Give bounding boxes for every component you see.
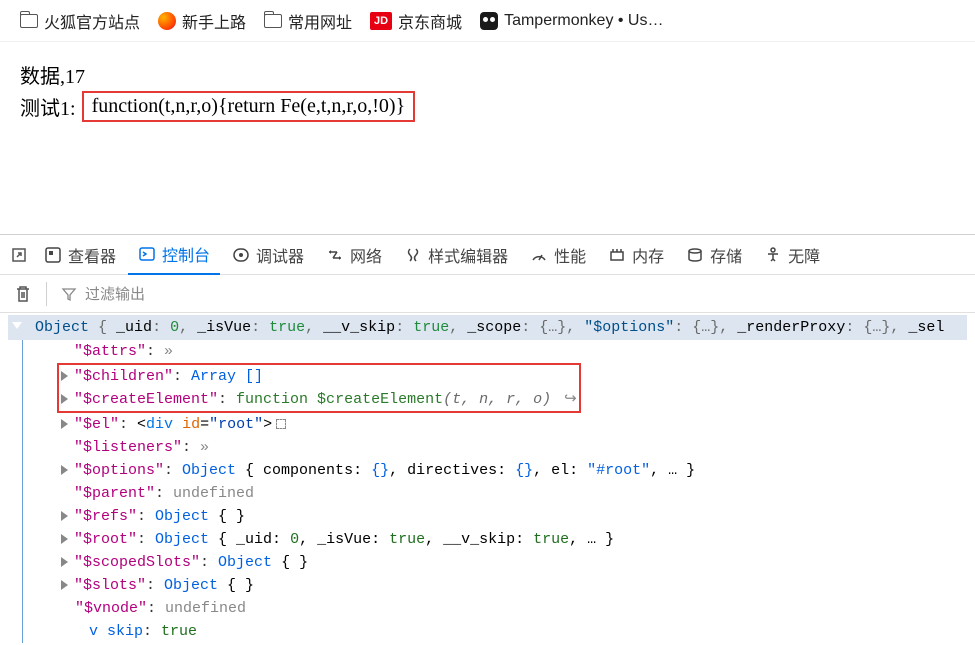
tab-label: 性能 xyxy=(554,243,586,267)
page-text-line2: 测试1: function(t,n,r,o){return Fe(e,t,n,r… xyxy=(20,91,955,122)
tab-performance[interactable]: 性能 xyxy=(520,235,596,275)
tab-console[interactable]: 控制台 xyxy=(128,235,220,275)
line2-code-box: function(t,n,r,o){return Fe(e,t,n,r,o,!0… xyxy=(82,91,416,122)
console-toolbar: 过滤输出 xyxy=(0,275,975,313)
tab-style-editor[interactable]: 样式编辑器 xyxy=(394,235,518,275)
bookmark-label: 常用网址 xyxy=(288,9,352,33)
tab-inspector[interactable]: 查看器 xyxy=(34,235,126,275)
tab-label: 无障 xyxy=(788,243,820,267)
bookmarks-bar: 火狐官方站点 新手上路 常用网址 JD 京东商城 Tampermonkey • … xyxy=(0,0,975,42)
bookmark-tampermonkey[interactable]: Tampermonkey • Us… xyxy=(480,12,663,30)
bookmark-getting-started[interactable]: 新手上路 xyxy=(158,9,246,33)
highlighted-props: "$children": Array [] "$createElement": … xyxy=(57,363,581,413)
prop-scoped-slots[interactable]: "$scopedSlots": Object { } xyxy=(61,551,967,574)
popout-icon[interactable] xyxy=(6,246,32,264)
devtools-tabs: 查看器 控制台 调试器 网络 样式编辑器 性能 内存 存储 xyxy=(0,235,975,275)
tab-accessibility[interactable]: 无障 xyxy=(754,235,830,275)
devtools-panel: 查看器 控制台 调试器 网络 样式编辑器 性能 内存 存储 xyxy=(0,234,975,620)
tab-label: 样式编辑器 xyxy=(428,243,508,267)
tab-label: 控制台 xyxy=(162,242,210,266)
folder-icon xyxy=(264,12,282,30)
bookmark-common-urls[interactable]: 常用网址 xyxy=(264,9,352,33)
filter-placeholder: 过滤输出 xyxy=(85,283,145,304)
prop-parent[interactable]: "$parent": undefined xyxy=(61,482,967,505)
performance-icon xyxy=(530,246,548,264)
bookmark-label: 火狐官方站点 xyxy=(44,9,140,33)
bookmark-label: 新手上路 xyxy=(182,9,246,33)
console-icon xyxy=(138,245,156,263)
bookmark-firefox-official[interactable]: 火狐官方站点 xyxy=(20,9,140,33)
prop-v-skip[interactable]: v skip: true xyxy=(61,620,967,643)
object-summary-row[interactable]: Object { _uid: 0, _isVue: true, __v_skip… xyxy=(8,315,967,340)
firefox-icon xyxy=(158,12,176,30)
console-output: Object { _uid: 0, _isVue: true, __v_skip… xyxy=(0,313,975,645)
prop-options[interactable]: "$options": Object { components: {}, dir… xyxy=(61,459,967,482)
bookmark-label: 京东商城 xyxy=(398,9,462,33)
divider xyxy=(46,282,47,306)
filter-input[interactable]: 过滤输出 xyxy=(61,283,961,304)
network-icon xyxy=(326,246,344,264)
chevron-down-icon xyxy=(12,322,22,329)
debugger-icon xyxy=(232,246,250,264)
jump-to-definition-icon[interactable]: ↪ xyxy=(555,391,577,408)
accessibility-icon xyxy=(764,246,782,264)
prop-refs[interactable]: "$refs": Object { } xyxy=(61,505,967,528)
prop-children[interactable]: "$children": Array [] xyxy=(61,365,577,388)
tampermonkey-icon xyxy=(480,12,498,30)
tab-network[interactable]: 网络 xyxy=(316,235,392,275)
prop-attrs[interactable]: "$attrs": » xyxy=(61,340,967,363)
style-icon xyxy=(404,246,422,264)
folder-icon xyxy=(20,12,38,30)
tab-debugger[interactable]: 调试器 xyxy=(222,235,314,275)
select-node-icon[interactable] xyxy=(276,419,286,429)
storage-icon xyxy=(686,246,704,264)
prop-vnode[interactable]: "$vnode": undefined xyxy=(61,597,967,620)
tab-label: 查看器 xyxy=(68,243,116,267)
bookmark-label: Tampermonkey • Us… xyxy=(504,12,663,30)
tab-label: 网络 xyxy=(350,243,382,267)
tab-storage[interactable]: 存储 xyxy=(676,235,752,275)
page-content: 数据,17 测试1: function(t,n,r,o){return Fe(e… xyxy=(0,42,975,140)
funnel-icon xyxy=(61,286,77,302)
bookmark-jd[interactable]: JD 京东商城 xyxy=(370,9,462,33)
prop-root[interactable]: "$root": Object { _uid: 0, _isVue: true,… xyxy=(61,528,967,551)
jd-icon: JD xyxy=(370,12,392,30)
memory-icon xyxy=(608,246,626,264)
line2-prefix: 测试1: xyxy=(20,92,76,121)
page-text-line1: 数据,17 xyxy=(20,60,955,89)
tab-label: 存储 xyxy=(710,243,742,267)
tab-label: 调试器 xyxy=(256,243,304,267)
prop-slots[interactable]: "$slots": Object { } xyxy=(61,574,967,597)
tab-label: 内存 xyxy=(632,243,664,267)
prop-el[interactable]: "$el": <div id="root"> xyxy=(61,413,967,436)
prop-create-element[interactable]: "$createElement": function $createElemen… xyxy=(61,388,577,411)
clear-console-button[interactable] xyxy=(14,284,32,304)
inspector-icon xyxy=(44,246,62,264)
prop-listeners[interactable]: "$listeners": » xyxy=(61,436,967,459)
tab-memory[interactable]: 内存 xyxy=(598,235,674,275)
